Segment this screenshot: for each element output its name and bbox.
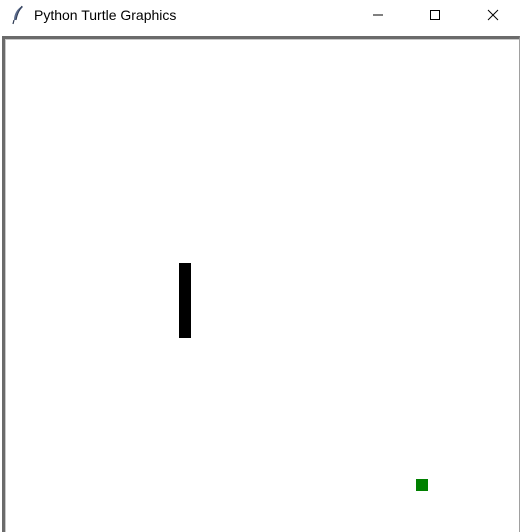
maximize-icon [429, 9, 441, 21]
minimize-icon [372, 9, 384, 21]
window-title: Python Turtle Graphics [34, 7, 177, 23]
turtle-canvas-frame [2, 36, 520, 532]
turtle-canvas[interactable] [5, 39, 519, 532]
turtle-window: Python Turtle Graphics [0, 0, 520, 532]
close-button[interactable] [470, 0, 516, 30]
paddle [179, 263, 191, 338]
food-square [416, 479, 428, 491]
maximize-button[interactable] [412, 0, 458, 30]
close-icon [487, 9, 499, 21]
title-bar[interactable]: Python Turtle Graphics [0, 0, 520, 30]
minimize-button[interactable] [355, 0, 401, 30]
feather-icon [10, 5, 26, 25]
